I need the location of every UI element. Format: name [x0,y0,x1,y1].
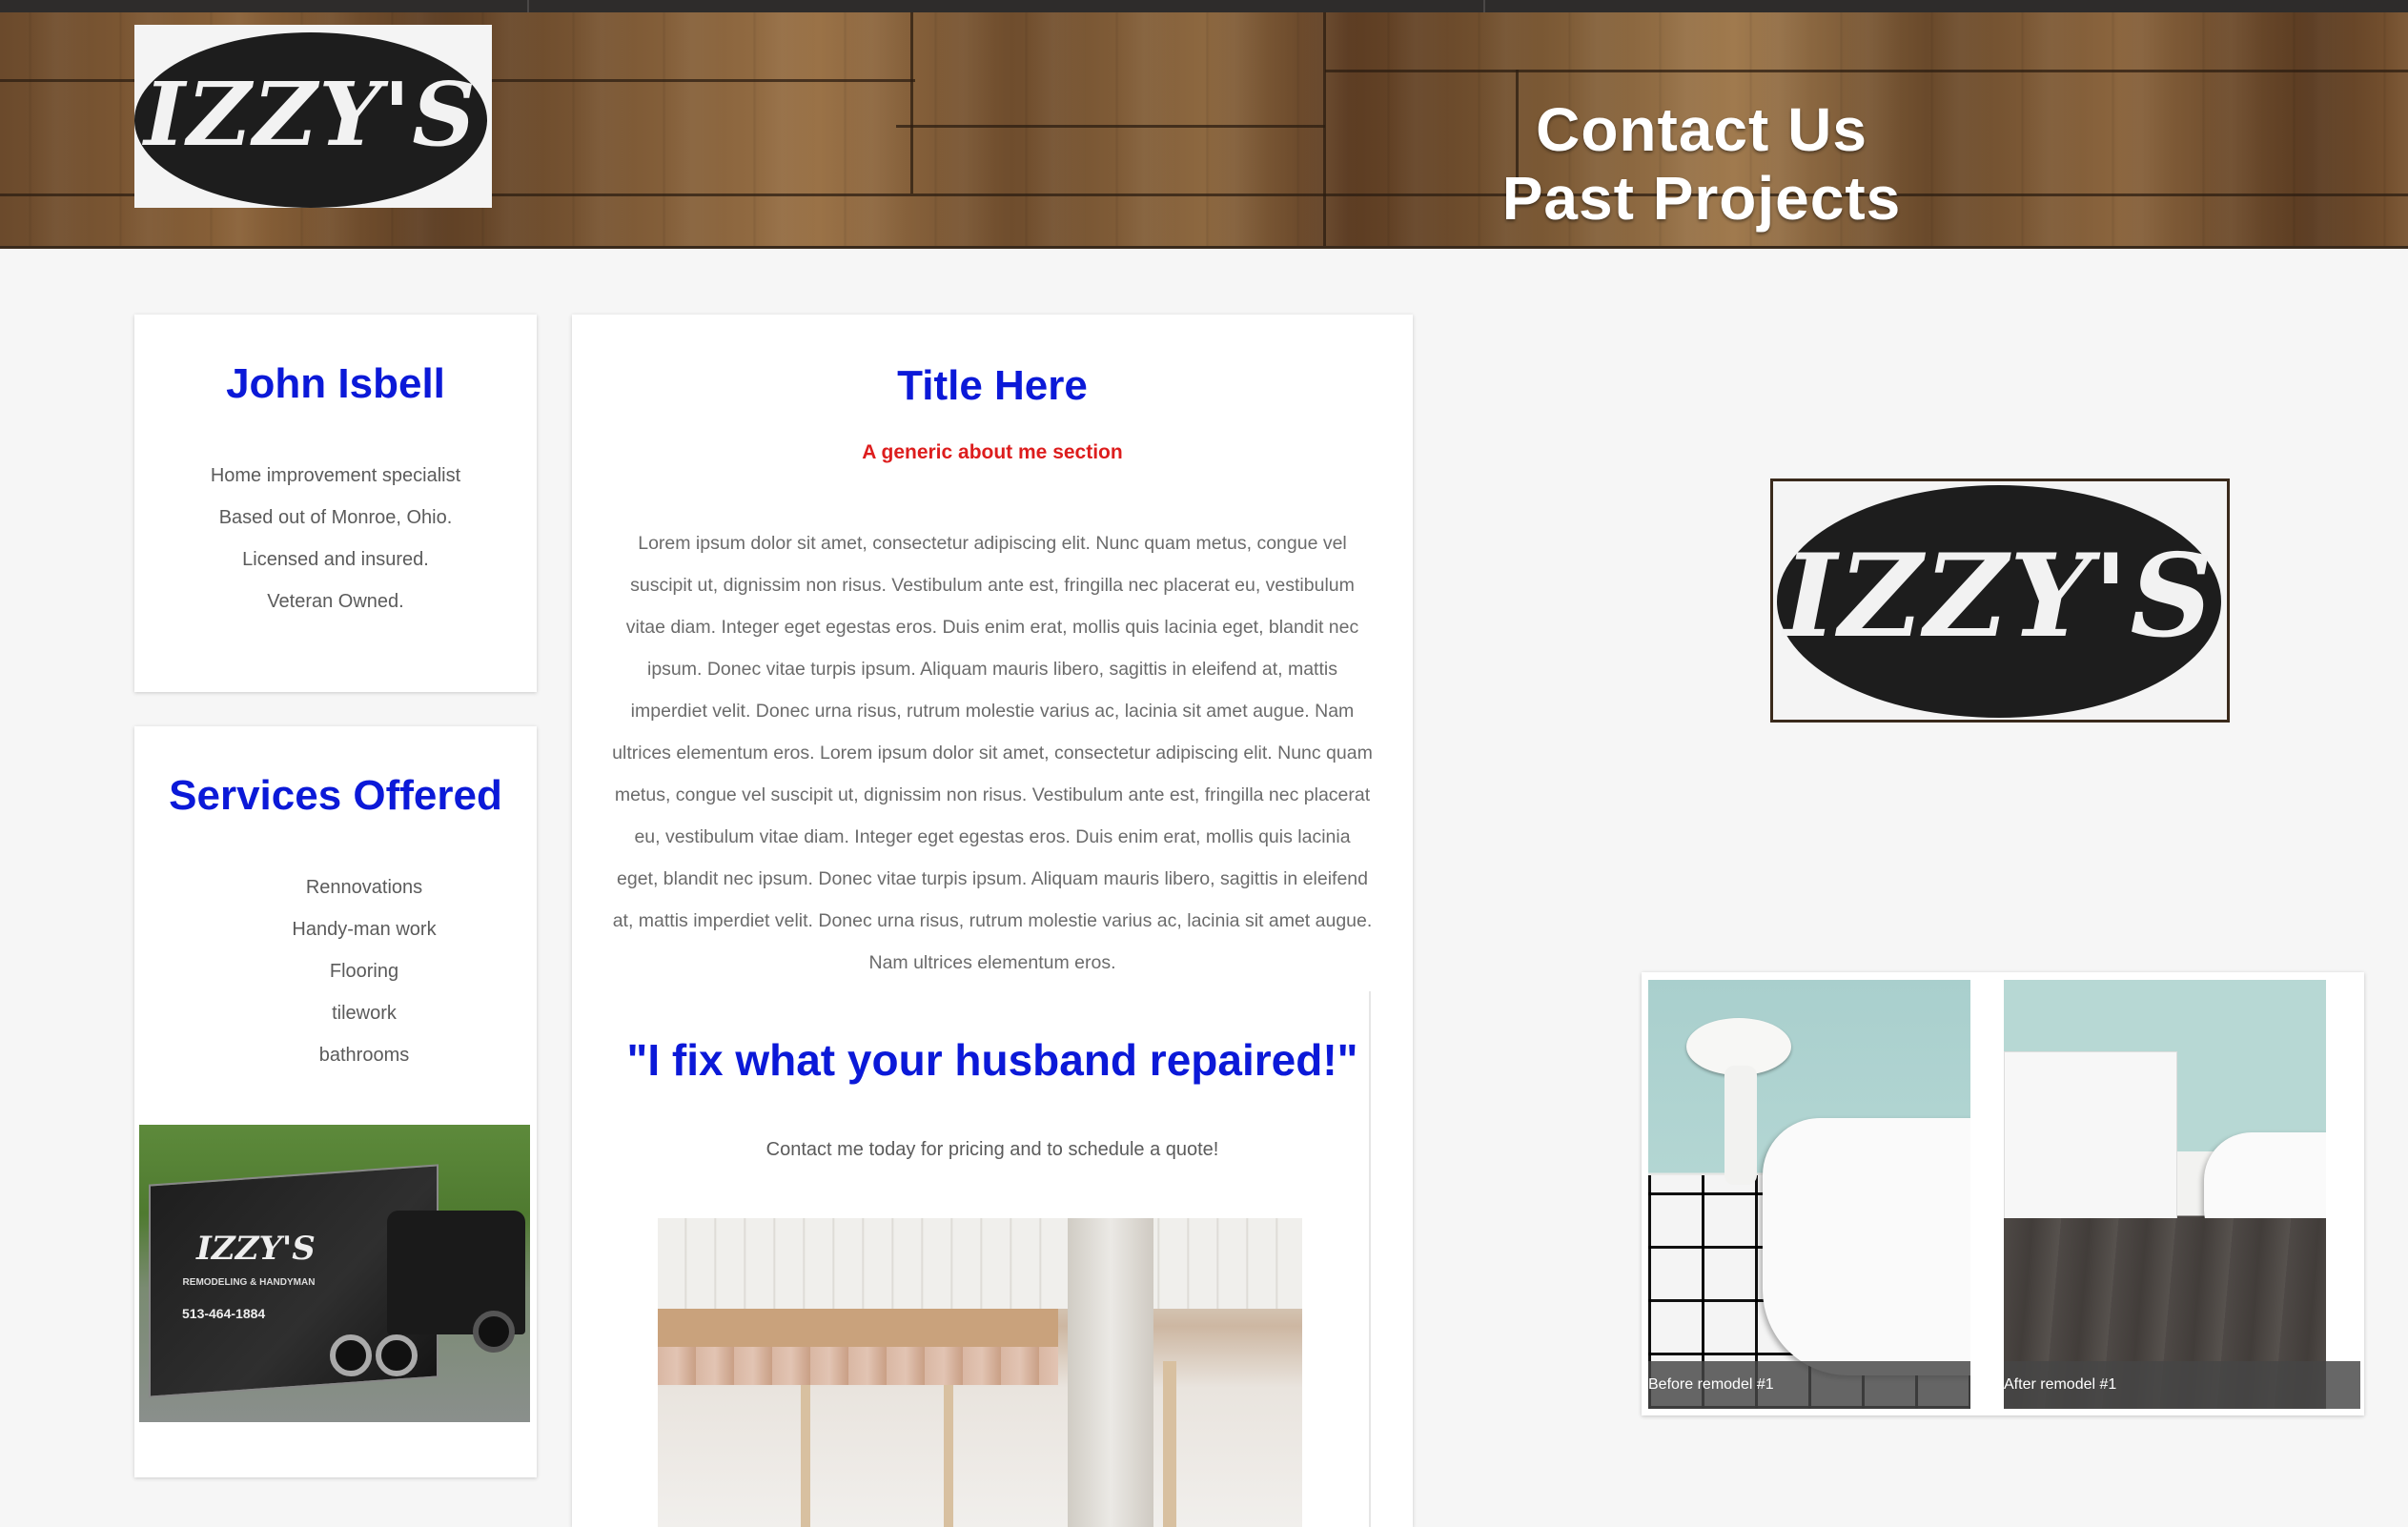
wood-seam [910,12,913,193]
site-header: IZZY'S Contact Us Past Projects [0,12,2408,249]
services-card: Services Offered Rennovations Handy-man … [134,726,537,1477]
trailer-wheel [330,1334,372,1376]
bathtub [1763,1118,1970,1375]
truck-wheel [473,1311,515,1353]
service-item: bathrooms [318,1045,410,1066]
about-line: Licensed and insured. [242,549,429,570]
project-photo [658,1218,1302,1527]
trailer-phone: 513-464-1884 [182,1306,266,1321]
stud [801,1385,810,1527]
logo-text: IZZY'S [1783,529,2215,663]
wood-plank-line [1325,70,2408,72]
stud [1163,1361,1176,1527]
main-card: Title Here A generic about me section Lo… [572,315,1413,1527]
nav-contact-us[interactable]: Contact Us [1487,94,1916,165]
sink-pedestal [1724,1066,1757,1185]
about-name: John Isbell [226,360,445,407]
top-bar-divider [527,0,529,12]
services-heading: Services Offered [169,772,502,819]
wood-seam [1323,12,1326,246]
after-caption: After remodel #1 [2004,1361,2360,1409]
about-paragraph: Lorem ipsum dolor sit amet, consectetur … [612,533,1373,973]
before-photo[interactable] [1648,980,1970,1409]
top-bar-divider [1483,0,1485,12]
quote-heading: "I fix what your husband repaired!" [626,1035,1358,1085]
about-card: John Isbell Home improvement specialist … [134,315,537,692]
logo-text: IZZY'S [144,63,478,166]
ceiling-joists [658,1218,1302,1309]
insulation [658,1347,1058,1385]
service-item: Flooring [329,961,399,982]
site-logo[interactable]: IZZY'S [134,25,492,208]
vanity [2004,1051,2177,1244]
about-line: Home improvement specialist [210,465,461,486]
before-caption: Before remodel #1 [1648,1361,1970,1409]
trailer-photo: IZZY'S REMODELING & HANDYMAN 513-464-188… [139,1125,530,1422]
gallery-card: Before remodel #1 After remodel #1 [1642,972,2364,1415]
after-photo[interactable] [2004,980,2326,1409]
sidebar-logo: IZZY'S [1770,478,2230,723]
stud [944,1385,953,1527]
about-line: Based out of Monroe, Ohio. [218,507,453,528]
about-line: Veteran Owned. [267,591,404,612]
nav-past-projects[interactable]: Past Projects [1487,163,1916,234]
trailer-wheel [376,1334,418,1376]
trailer-brand: IZZY'S [196,1230,316,1268]
main-subtitle: A generic about me section [862,441,1123,463]
service-item: tilework [332,1003,397,1024]
trailer-sub: REMODELING & HANDYMAN [182,1277,316,1288]
service-item: Handy-man work [292,919,437,940]
wood-plank-line [896,125,1325,128]
main-title: Title Here [897,362,1088,409]
duct [1068,1218,1153,1527]
cta-text: Contact me today for pricing and to sche… [765,1139,1219,1160]
beam [658,1309,1058,1347]
top-bar [0,0,2408,12]
service-item: Rennovations [305,877,423,898]
